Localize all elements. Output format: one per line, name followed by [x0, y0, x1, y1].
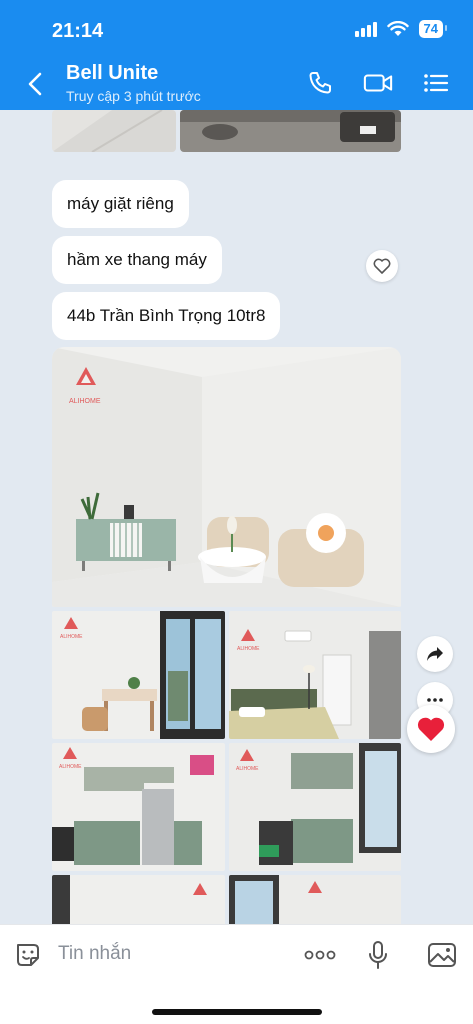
image-picker-button[interactable]: [426, 939, 458, 971]
heart-filled-icon: [417, 717, 445, 741]
kitchen-photo: ALIHOME: [52, 743, 225, 871]
sticker-button[interactable]: [12, 939, 44, 971]
heart-outline-icon: [373, 258, 391, 274]
status-bar: 21:14 74: [0, 0, 473, 58]
last-seen-status: Truy cập 3 phút trước: [66, 88, 201, 104]
status-icons: 74: [354, 20, 448, 38]
kitchen-photo: ALIHOME: [229, 743, 401, 871]
message-bubble[interactable]: hầm xe thang máy: [52, 236, 222, 284]
call-button[interactable]: [305, 68, 335, 98]
photo-thumbnail[interactable]: ALIHOME: [52, 611, 225, 739]
watermark-text: ALIHOME: [236, 766, 259, 772]
phone-icon: [309, 72, 331, 94]
status-time: 21:14: [52, 20, 104, 42]
message-bubble[interactable]: máy giặt riêng: [52, 180, 189, 228]
reaction-heart-button[interactable]: [407, 705, 455, 753]
bedroom-photo: ALIHOME: [229, 611, 401, 739]
photo-thumbnail[interactable]: ALIHOME: [52, 347, 401, 607]
message-bubble[interactable]: 44b Trần Bình Trọng 10tr8: [52, 292, 281, 340]
chat-menu-button[interactable]: [421, 68, 451, 98]
more-actions-button[interactable]: [304, 939, 336, 971]
watermark-text: ALIHOME: [237, 646, 260, 652]
living-room-photo: ALIHOME: [52, 347, 401, 607]
photo-thumbnail[interactable]: ALIHOME: [52, 743, 225, 871]
watermark-text: ALIHOME: [60, 634, 83, 640]
back-arrow-icon[interactable]: [24, 70, 48, 98]
chat-messages-area[interactable]: máy giặt riêng hầm xe thang máy 44b Trần…: [0, 110, 473, 924]
signal-icon: [354, 21, 377, 37]
share-button[interactable]: [417, 636, 453, 672]
photo-thumbnail[interactable]: [52, 110, 176, 152]
forward-arrow-icon: [427, 647, 443, 661]
watermark-text: ALIHOME: [59, 764, 82, 770]
chat-title-block[interactable]: Bell Unite Truy cập 3 phút trước: [66, 60, 201, 106]
battery-indicator: 74: [418, 20, 448, 38]
video-camera-icon: [363, 74, 393, 92]
voice-message-button[interactable]: [362, 939, 394, 971]
photo-thumbnail[interactable]: [180, 110, 401, 152]
message-input[interactable]: Tin nhắn: [58, 943, 131, 965]
video-call-button[interactable]: [363, 68, 393, 98]
photo-thumbnail[interactable]: ALIHOME: [229, 611, 401, 739]
image-icon: [428, 943, 456, 967]
react-button[interactable]: [366, 250, 398, 282]
room-photo: [52, 110, 176, 152]
microphone-icon: [369, 941, 387, 969]
photo-thumbnail[interactable]: [229, 875, 401, 924]
header-actions: [305, 68, 451, 98]
watermark-text: ALIHOME: [69, 398, 101, 405]
message-text: 44b Trần Bình Trọng 10tr8: [67, 306, 266, 325]
room-photo: [229, 875, 401, 924]
sticker-face-icon: [17, 944, 39, 966]
message-text: hầm xe thang máy: [67, 250, 207, 269]
list-menu-icon: [424, 74, 449, 92]
wifi-icon: [386, 21, 409, 36]
photo-thumbnail[interactable]: [52, 875, 225, 924]
contact-name: Bell Unite: [66, 62, 159, 84]
photo-thumbnail[interactable]: ALIHOME: [229, 743, 401, 871]
parking-photo: [180, 110, 401, 152]
home-indicator: [152, 1009, 322, 1015]
dining-photo: ALIHOME: [52, 611, 225, 739]
room-photo: [52, 875, 225, 924]
chat-header: 21:14 74 Bell Unite Truy cập 3 phút trướ…: [0, 0, 473, 110]
more-dots-icon: [304, 950, 336, 960]
more-dots-icon: [427, 698, 443, 702]
message-input-bar: Tin nhắn: [0, 924, 473, 1024]
message-text: máy giặt riêng: [67, 194, 174, 213]
